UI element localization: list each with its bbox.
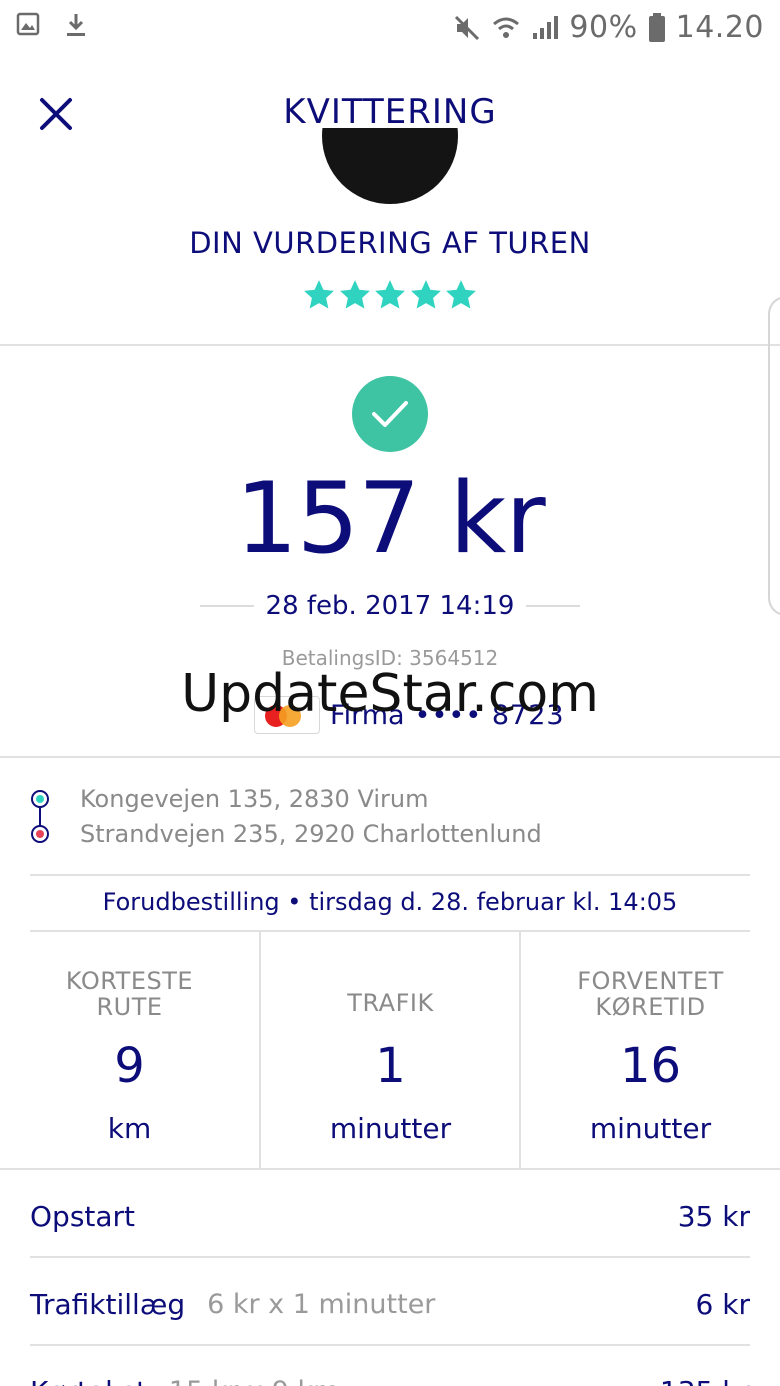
payment-success-badge: [352, 376, 428, 452]
stat-label: FORVENTET: [577, 967, 724, 995]
prebooking-info: Forudbestilling • tirsdag d. 28. februar…: [102, 888, 678, 916]
section-divider: [30, 874, 750, 876]
star-icon[interactable]: [373, 278, 407, 312]
wifi-icon: [491, 14, 521, 42]
status-bar: 90% 14.20: [0, 0, 780, 56]
gallery-icon: [16, 12, 40, 38]
signal-icon: [531, 15, 559, 41]
pickup-dot-fill: [36, 795, 44, 803]
section-divider: [30, 1344, 750, 1346]
dropoff-dot-fill: [36, 830, 44, 838]
star-icon[interactable]: [409, 278, 443, 312]
dropoff-dot-icon: [31, 825, 49, 843]
star-icon[interactable]: [444, 278, 478, 312]
checkmark-icon: [372, 401, 408, 427]
driver-avatar: [322, 128, 458, 204]
stat-value: 9: [114, 1038, 145, 1094]
price-line-detail: 15 kr x 9 km: [169, 1376, 340, 1386]
star-icon[interactable]: [338, 278, 372, 312]
dropoff-address: Strandvejen 235, 2920 Charlottenlund: [80, 820, 542, 848]
stat-label: RUTE: [96, 993, 163, 1021]
pickup-address: Kongevejen 135, 2830 Virum: [80, 785, 429, 813]
stat-label: KØRETID: [595, 993, 706, 1021]
download-icon: [64, 12, 88, 38]
status-bar-right: 90% 14.20: [453, 10, 764, 45]
section-divider: [0, 756, 780, 758]
stat-label: KORTESTE: [65, 967, 194, 995]
stat-label: TRAFIK: [347, 989, 434, 1017]
payment-date: 28 feb. 2017 14:19: [265, 591, 515, 621]
price-line-name: Kørtakst: [30, 1375, 147, 1386]
star-icon[interactable]: [302, 278, 336, 312]
mute-icon: [453, 14, 481, 42]
battery-icon: [648, 12, 666, 43]
battery-percentage: 90%: [569, 10, 638, 45]
section-divider: [0, 344, 780, 346]
page-title: KVITTERING: [283, 92, 497, 132]
total-amount: 157 kr: [235, 462, 545, 576]
stat-value: 1: [375, 1038, 406, 1094]
price-line-name: Trafiktillæg: [30, 1287, 186, 1321]
stat-unit: minutter: [589, 1112, 712, 1145]
price-line-amount: 35 kr: [677, 1199, 750, 1233]
price-line: Opstart 35 kr: [30, 1191, 750, 1241]
clock: 14.20: [675, 10, 764, 45]
star-rating[interactable]: [302, 278, 478, 316]
stat-value: 16: [619, 1038, 682, 1094]
price-line-amount: 135 kr: [660, 1375, 750, 1386]
watermark: UpdateStar.com: [181, 664, 599, 724]
stat-unit: km: [107, 1112, 152, 1145]
price-line: Kørtakst 15 kr x 9 km 135 kr: [30, 1366, 750, 1386]
price-line-detail: 6 kr x 1 minutter: [207, 1288, 436, 1320]
date-divider-left: [200, 605, 254, 607]
status-bar-left: [16, 12, 88, 38]
section-divider: [0, 1168, 780, 1170]
price-line-amount: 6 kr: [695, 1287, 750, 1321]
stat-unit: minutter: [329, 1112, 452, 1145]
stat-expected-drive-time: FORVENTET KØRETID 16 minutter: [521, 932, 780, 1170]
section-divider: [30, 1256, 750, 1258]
stat-traffic: TRAFIK 1 minutter: [261, 932, 520, 1170]
price-line-name: Opstart: [30, 1199, 136, 1233]
date-divider-right: [526, 605, 580, 607]
rating-title: DIN VURDERING AF TUREN: [189, 226, 591, 260]
price-line: Trafiktillæg 6 kr x 1 minutter 6 kr: [30, 1279, 750, 1329]
stat-shortest-route: KORTESTE RUTE 9 km: [0, 932, 259, 1170]
payment-date-row: 28 feb. 2017 14:19: [200, 588, 580, 624]
